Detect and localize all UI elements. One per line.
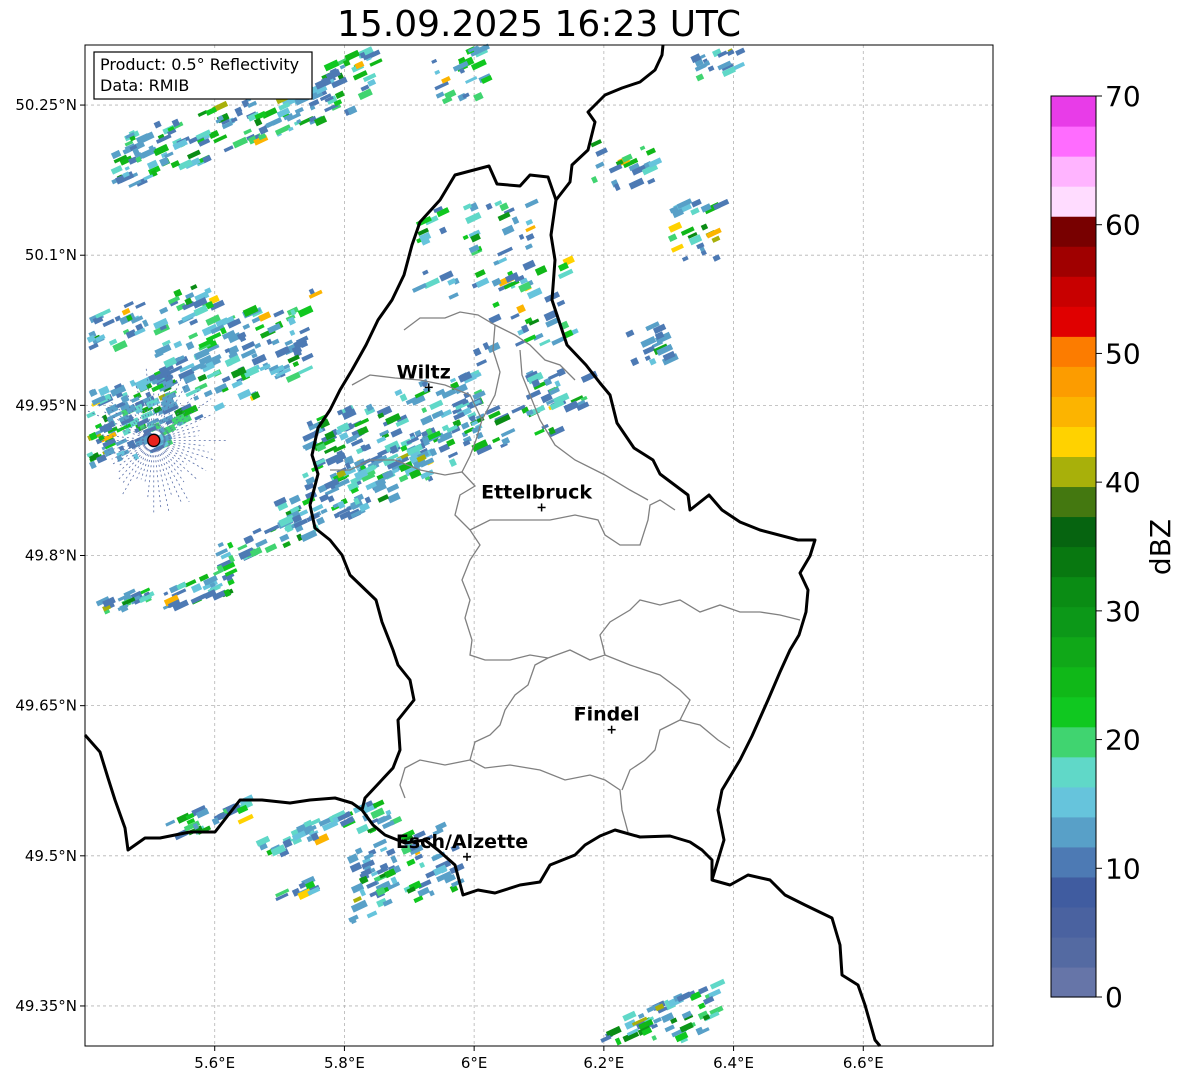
colorbar-segment [1051, 906, 1096, 938]
colorbar-segment [1051, 576, 1096, 608]
colorbar-segment [1051, 516, 1096, 548]
colorbar-segment [1051, 606, 1096, 638]
colorbar-tick-label: 30 [1105, 595, 1141, 628]
colorbar-segment [1051, 726, 1096, 758]
colorbar-tick-label: 40 [1105, 466, 1141, 499]
colorbar-tick-label: 60 [1105, 209, 1141, 242]
colorbar-tick-label: 10 [1105, 852, 1141, 885]
colorbar-segment [1051, 756, 1096, 788]
colorbar-segment [1051, 816, 1096, 848]
colorbar-segment [1051, 156, 1096, 187]
colorbar-segment [1051, 666, 1096, 698]
colorbar-segment [1051, 126, 1096, 157]
radar-figure: 15.09.2025 16:23 UTC Wiltz Ettelbruck Find [0, 0, 1184, 1081]
colorbar-segment [1051, 966, 1096, 998]
colorbar-segment [1051, 426, 1096, 457]
colorbar-segment [1051, 456, 1096, 488]
colorbar-segment [1051, 216, 1096, 247]
colorbar-segment [1051, 786, 1096, 818]
colorbar-segment [1051, 396, 1096, 427]
colorbar-segment [1051, 876, 1096, 908]
colorbar-segments [1051, 96, 1096, 998]
colorbar-segment [1051, 306, 1096, 337]
colorbar-tick-label: 0 [1105, 981, 1123, 1014]
colorbar-segment [1051, 696, 1096, 728]
colorbar-segment [1051, 96, 1096, 127]
colorbar-tick-label: 50 [1105, 337, 1141, 370]
colorbar-segment [1051, 186, 1096, 217]
colorbar-segment [1051, 486, 1096, 518]
colorbar-ticks: 0 10 20 30 40 50 60 70 [1096, 80, 1141, 1014]
colorbar-segment [1051, 936, 1096, 968]
colorbar-segment [1051, 636, 1096, 668]
colorbar-segment [1051, 246, 1096, 277]
colorbar-segment [1051, 336, 1096, 367]
colorbar-label: dBZ [1144, 519, 1177, 575]
colorbar-segment [1051, 846, 1096, 878]
colorbar-segment [1051, 546, 1096, 578]
colorbar-segment [1051, 276, 1096, 307]
colorbar: 0 10 20 30 40 50 60 70 dBZ [1050, 80, 1177, 1014]
colorbar-tick-label: 20 [1105, 724, 1141, 757]
colorbar-tick-label: 70 [1105, 80, 1141, 113]
colorbar-segment [1051, 366, 1096, 397]
